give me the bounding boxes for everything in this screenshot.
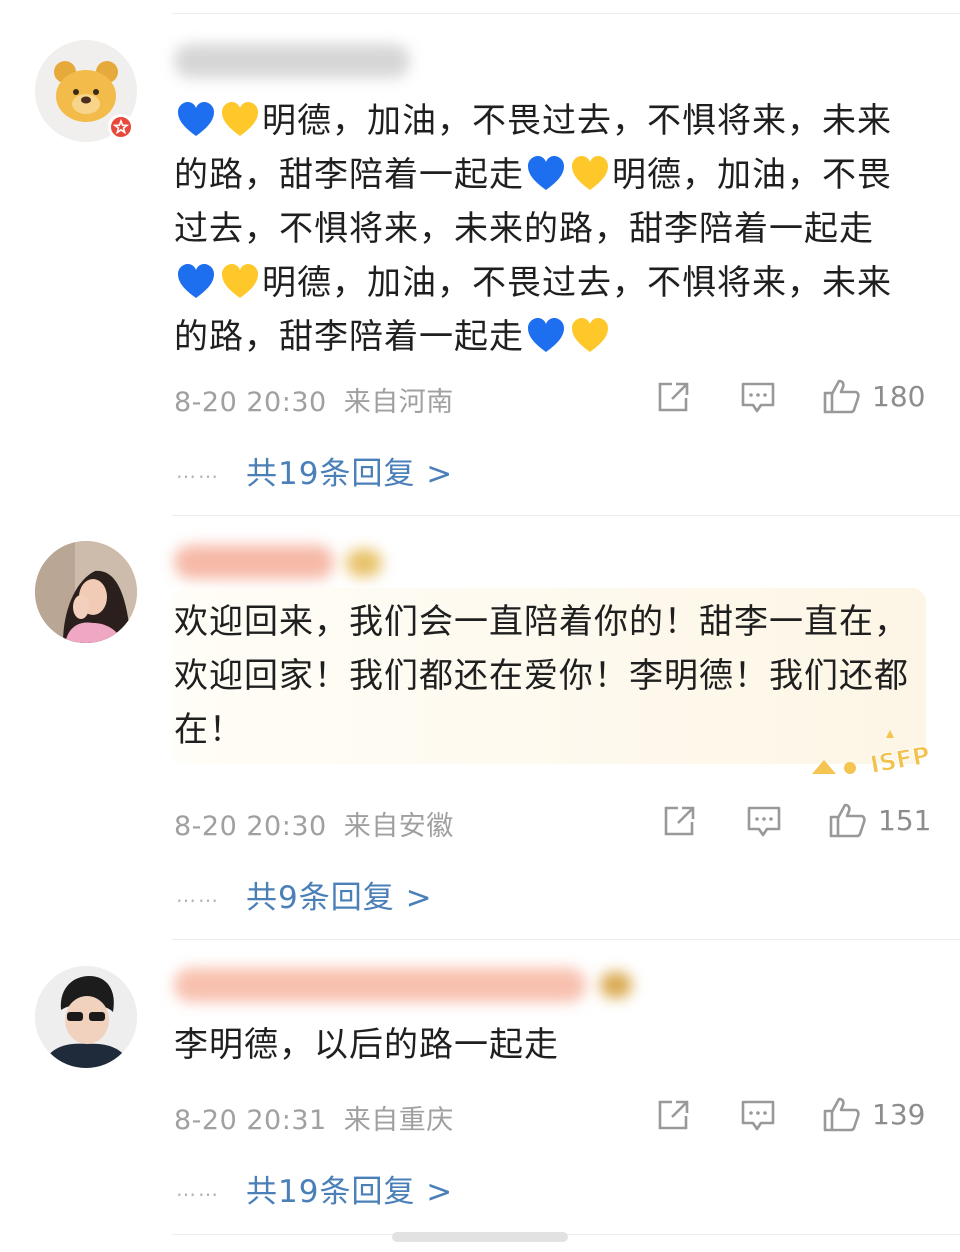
thumbs-up-icon <box>829 803 866 838</box>
username-blurred[interactable] <box>174 968 586 1002</box>
comment-icon <box>747 806 781 837</box>
yellow-heart-icon <box>572 318 608 352</box>
comment-location: 来自重庆 <box>343 1105 454 1136</box>
like-button[interactable]: 151 <box>828 801 931 839</box>
comment-divider <box>172 939 960 940</box>
share-button[interactable] <box>656 1098 692 1132</box>
blue-heart-icon <box>178 102 214 136</box>
replies-dots: …… <box>176 1176 220 1201</box>
verified-badge-icon <box>108 114 134 140</box>
like-count: 151 <box>878 803 932 837</box>
user-medal-icon <box>346 549 382 577</box>
comment-time: 8-20 20:30 <box>174 811 327 842</box>
replies-row: …… 共9条回复 > <box>176 872 433 917</box>
username-blurred[interactable] <box>174 545 334 579</box>
avatar[interactable] <box>35 541 137 643</box>
comment-text: 李明德，以后的路一起走 <box>174 1025 559 1065</box>
yellow-heart-icon <box>222 264 258 298</box>
comment-button[interactable] <box>740 1098 776 1134</box>
comment-text: 明德，加油，不畏过去，不惧将来，未来的路，甜李陪着一起走 明德，加油，不畏过去，不… <box>174 94 914 364</box>
yellow-heart-icon <box>572 156 608 190</box>
comment-location: 来自河南 <box>343 387 454 418</box>
replies-dots: …… <box>176 882 220 907</box>
yellow-heart-icon <box>222 102 258 136</box>
comment-location: 来自安徽 <box>343 811 454 842</box>
home-indicator[interactable] <box>392 1232 568 1242</box>
like-button[interactable]: 139 <box>822 1095 925 1133</box>
comment-meta: 8-20 20:31 来自重庆 <box>174 1098 454 1137</box>
comment-time: 8-20 20:31 <box>174 1105 327 1136</box>
top-divider <box>172 13 960 14</box>
like-count: 180 <box>872 379 926 413</box>
replies-row: …… 共19条回复 > <box>176 448 453 493</box>
blue-heart-icon <box>528 156 564 190</box>
user-medal-icon <box>600 972 632 998</box>
view-replies-link[interactable]: 共9条回复 > <box>246 872 433 917</box>
view-replies-link[interactable]: 共19条回复 > <box>246 1166 453 1211</box>
like-count: 139 <box>872 1097 926 1131</box>
comment-icon <box>741 382 775 413</box>
blue-heart-icon <box>528 318 564 352</box>
comment-meta: 8-20 20:30 来自河南 <box>174 380 454 419</box>
avatar[interactable] <box>35 966 137 1068</box>
share-icon <box>658 382 689 412</box>
comment-meta: 8-20 20:30 来自安徽 <box>174 804 454 843</box>
comment-button[interactable] <box>746 804 782 840</box>
replies-dots: …… <box>176 458 220 483</box>
share-icon <box>658 1100 689 1130</box>
like-button[interactable]: 180 <box>822 377 925 415</box>
view-replies-link[interactable]: 共19条回复 > <box>246 448 453 493</box>
blue-heart-icon <box>178 264 214 298</box>
thumbs-up-icon <box>823 1097 860 1132</box>
share-button[interactable] <box>656 380 692 414</box>
thumbs-up-icon <box>823 379 860 414</box>
replies-row: …… 共19条回复 > <box>176 1166 453 1211</box>
share-button[interactable] <box>662 804 698 838</box>
user-photo-avatar-icon <box>35 541 137 643</box>
comment-divider <box>172 515 960 516</box>
share-icon <box>664 806 695 836</box>
user-photo-avatar-icon <box>35 966 137 1068</box>
comment-time: 8-20 20:30 <box>174 387 327 418</box>
comment-icon <box>741 1100 775 1131</box>
comment-text: 欢迎回来，我们会一直陪着你的！甜李一直在，欢迎回家！我们都还在爱你！李明德！我们… <box>174 602 909 750</box>
username-blurred[interactable] <box>174 44 410 78</box>
comment-button[interactable] <box>740 380 776 416</box>
